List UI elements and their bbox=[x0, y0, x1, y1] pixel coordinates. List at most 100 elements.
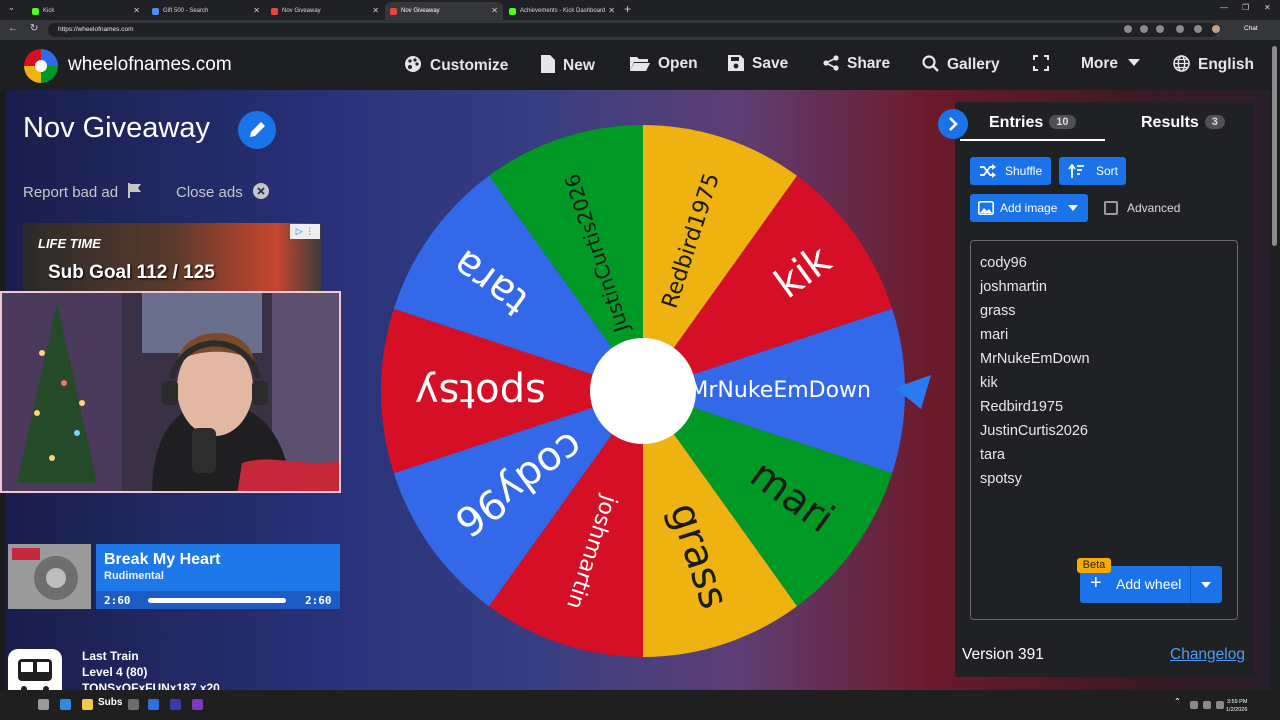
report-bad-ad-link[interactable]: Report bad ad bbox=[23, 183, 142, 201]
sort-button[interactable]: Sort bbox=[1059, 157, 1126, 185]
clock-time: 3:59 PM bbox=[1226, 699, 1248, 705]
brand-name[interactable]: wheelofnames.com bbox=[68, 54, 232, 76]
edge-icon[interactable] bbox=[60, 699, 71, 710]
edit-title-button[interactable] bbox=[238, 111, 276, 149]
profile-avatar[interactable] bbox=[1212, 25, 1220, 33]
url-input[interactable]: https://wheelofnames.com bbox=[48, 23, 1218, 37]
browser-tab-search[interactable]: Gift 500 - Search ✕ bbox=[147, 2, 265, 20]
kick-favicon-icon bbox=[32, 8, 39, 15]
changelog-link[interactable]: Changelog bbox=[1170, 646, 1245, 664]
copilot-chat-button[interactable]: Chat bbox=[1244, 25, 1258, 32]
wheel-favicon-icon bbox=[271, 8, 278, 15]
more-label: More bbox=[1081, 55, 1119, 72]
tab-title: Kick bbox=[43, 8, 55, 14]
clock-date: 1/2/2026 bbox=[1226, 707, 1248, 713]
track-title: Break My Heart bbox=[104, 551, 221, 568]
album-art-image bbox=[8, 544, 91, 609]
plus-icon: + bbox=[1090, 572, 1102, 594]
adchoices-icon[interactable]: ▷ ⋮ bbox=[290, 224, 320, 239]
volume-icon[interactable] bbox=[1216, 701, 1224, 709]
entry-line: joshmartin bbox=[980, 279, 1047, 295]
extension-icon[interactable] bbox=[1194, 25, 1202, 33]
wheel-center-hub[interactable] bbox=[590, 338, 696, 444]
address-bar-row: ← ↻ https://wheelofnames.com bbox=[0, 20, 1280, 40]
entries-count-badge: 10 bbox=[1049, 115, 1076, 129]
open-button[interactable]: Open bbox=[630, 55, 698, 73]
close-tab-icon[interactable]: ✕ bbox=[608, 2, 615, 20]
close-circle-icon bbox=[252, 183, 269, 199]
file-explorer-icon[interactable] bbox=[82, 699, 93, 710]
close-tab-icon[interactable]: ✕ bbox=[372, 2, 379, 20]
close-tab-icon[interactable]: ✕ bbox=[491, 2, 498, 20]
tab-entries[interactable]: Entries 10 bbox=[989, 114, 1076, 132]
tab-search-icon[interactable]: ⌄ bbox=[8, 3, 15, 12]
new-button[interactable]: New bbox=[541, 55, 595, 75]
tab-title: Nov Giveaway bbox=[401, 8, 440, 14]
track-artist: Rudimental bbox=[104, 570, 164, 582]
webcam-feed-image bbox=[2, 293, 339, 491]
extension-icon[interactable] bbox=[1176, 25, 1184, 33]
back-icon[interactable]: ← bbox=[8, 23, 18, 34]
customize-button[interactable]: Customize bbox=[404, 55, 508, 75]
pencil-icon bbox=[250, 122, 265, 137]
open-label: Open bbox=[658, 55, 698, 72]
tab-title: Nov Giveaway bbox=[282, 8, 321, 14]
add-image-button[interactable]: Add image bbox=[970, 194, 1088, 222]
entry-line: JustinCurtis2026 bbox=[980, 423, 1088, 439]
extension-icon[interactable] bbox=[1124, 25, 1132, 33]
browser-tab-achievements[interactable]: Achievements - Kick Dashboard ✕ bbox=[504, 2, 620, 20]
wheel-favicon-icon bbox=[390, 8, 397, 15]
share-label: Share bbox=[847, 55, 891, 72]
entry-line: grass bbox=[980, 303, 1016, 319]
share-button[interactable]: Share bbox=[823, 55, 890, 73]
taskbar-clock[interactable]: 3:59 PM 1/2/2026 bbox=[1226, 698, 1247, 714]
save-button[interactable]: Save bbox=[728, 55, 788, 73]
tray-chevron-icon[interactable]: ⌃ bbox=[1174, 697, 1181, 706]
shuffle-button[interactable]: Shuffle bbox=[970, 157, 1051, 185]
spin-wheel[interactable]: MrNukeEmDownmarigrassjoshmartincody96spo… bbox=[380, 124, 910, 658]
wheelofnames-logo-icon[interactable] bbox=[24, 49, 58, 83]
app-icon[interactable] bbox=[128, 699, 139, 710]
subs-taskbar-label[interactable]: Subs bbox=[98, 697, 122, 708]
flag-icon bbox=[128, 183, 142, 198]
close-tab-icon[interactable]: ✕ bbox=[253, 2, 260, 20]
tab-title: Achievements - Kick Dashboard bbox=[520, 8, 606, 14]
favorite-star-icon[interactable] bbox=[1156, 25, 1164, 33]
tray-icon[interactable] bbox=[1190, 701, 1198, 709]
active-tab-indicator bbox=[960, 139, 1105, 141]
hype-train-title: Last Train bbox=[82, 649, 139, 663]
caret-down-icon[interactable] bbox=[1201, 582, 1211, 588]
browser-tab-kick[interactable]: Kick ✕ bbox=[27, 2, 145, 20]
language-button[interactable]: English bbox=[1173, 55, 1254, 74]
app-icon[interactable] bbox=[148, 699, 159, 710]
close-ads-link[interactable]: Close ads bbox=[176, 183, 269, 201]
minimize-icon[interactable]: — bbox=[1220, 3, 1228, 12]
collapse-panel-button[interactable] bbox=[938, 109, 968, 139]
wheel-segment-label: MrNukeEmDown bbox=[689, 378, 871, 403]
caret-down-icon bbox=[1068, 205, 1078, 211]
close-window-icon[interactable]: ✕ bbox=[1264, 3, 1271, 12]
wifi-icon[interactable] bbox=[1203, 701, 1211, 709]
extension-icon[interactable] bbox=[1140, 25, 1148, 33]
page-scrollbar-thumb[interactable] bbox=[1272, 46, 1277, 246]
gallery-button[interactable]: Gallery bbox=[922, 55, 1000, 74]
tab-results[interactable]: Results 3 bbox=[1141, 114, 1225, 132]
app-icon[interactable] bbox=[192, 699, 203, 710]
close-tab-icon[interactable]: ✕ bbox=[133, 2, 140, 20]
advanced-checkbox[interactable] bbox=[1104, 201, 1118, 215]
browser-tab-giveaway[interactable]: Nov Giveaway ✕ bbox=[266, 2, 384, 20]
more-menu-button[interactable]: More bbox=[1081, 55, 1141, 73]
browser-tab-giveaway-active[interactable]: Nov Giveaway ✕ bbox=[385, 2, 503, 20]
reload-icon[interactable]: ↻ bbox=[30, 23, 38, 34]
maximize-icon[interactable]: ❐ bbox=[1242, 3, 1249, 12]
ad-brand-text: LIFE TIME bbox=[38, 236, 101, 251]
app-icon[interactable] bbox=[170, 699, 181, 710]
new-tab-icon[interactable]: + bbox=[624, 2, 631, 16]
search-icon[interactable] bbox=[38, 699, 49, 710]
hype-train-level: Level 4 (80) bbox=[82, 665, 148, 679]
entry-line: Redbird1975 bbox=[980, 399, 1064, 415]
wheel-segment-label: spotsy bbox=[415, 370, 546, 416]
language-label: English bbox=[1198, 56, 1254, 73]
beta-badge: Beta bbox=[1077, 558, 1111, 573]
fullscreen-button[interactable] bbox=[1033, 55, 1057, 73]
